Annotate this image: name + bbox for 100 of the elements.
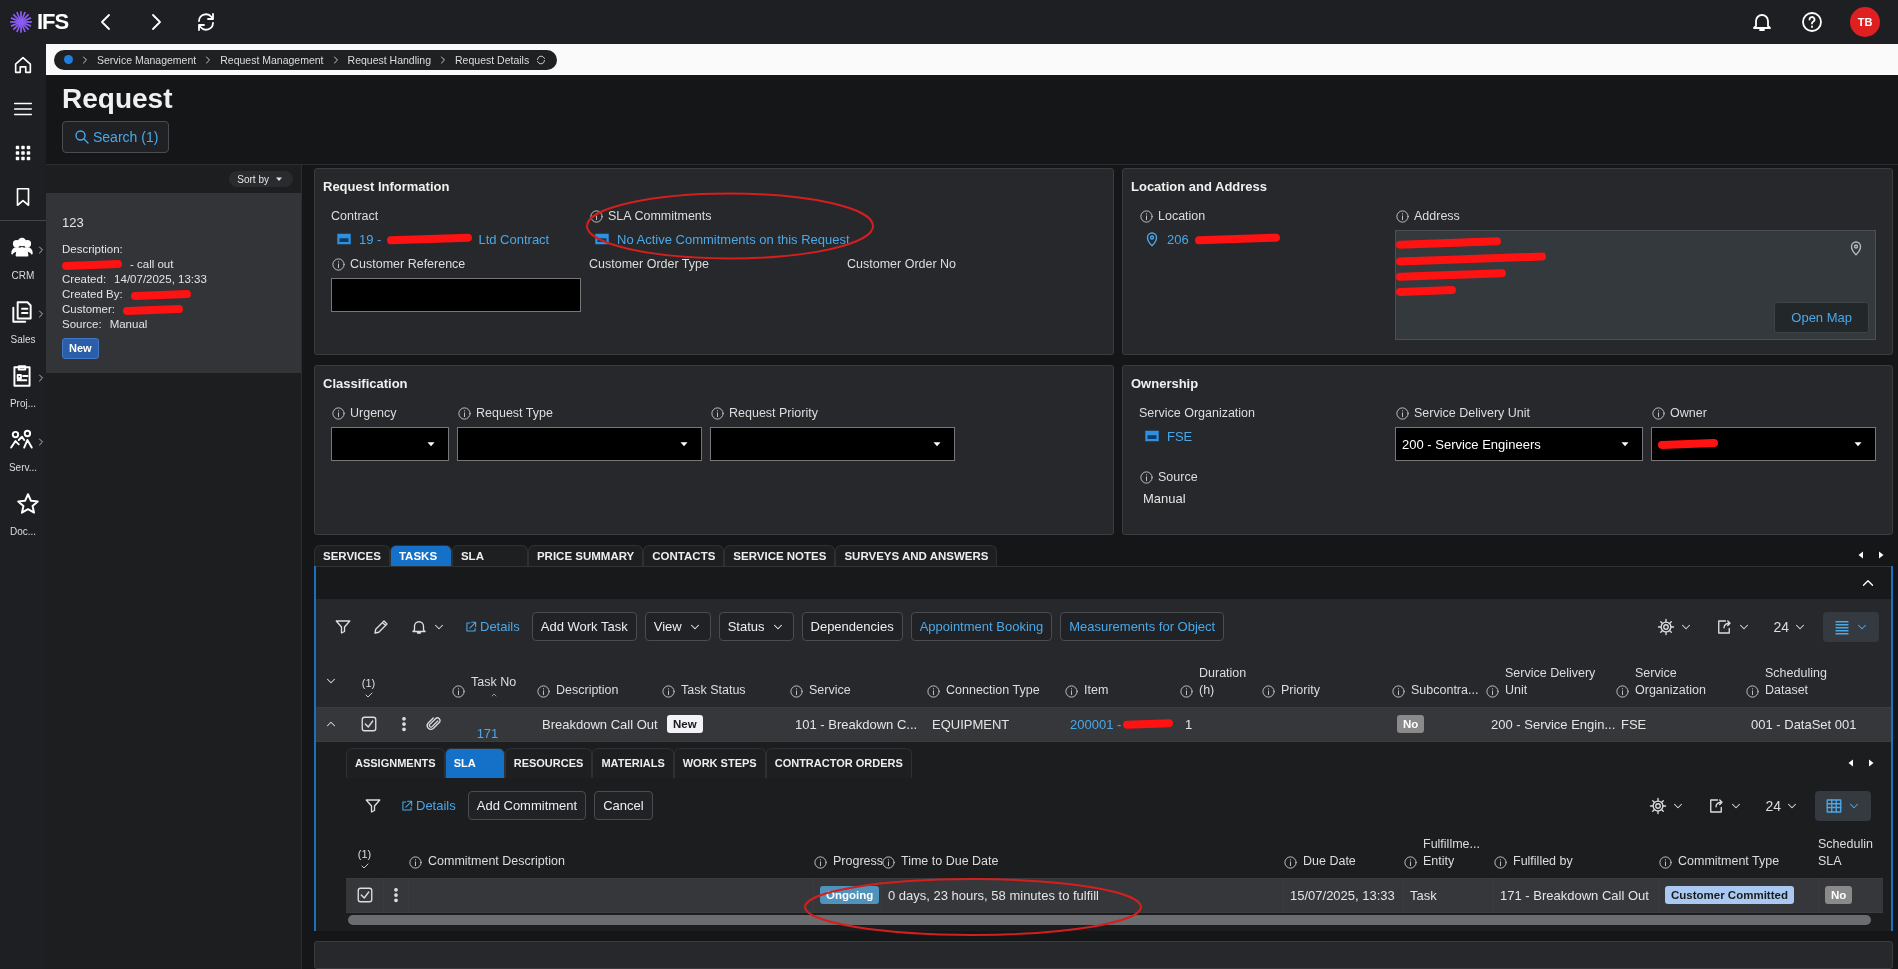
- toolbar-button[interactable]: Add Commitment: [467, 791, 587, 821]
- tab[interactable]: SERVICE NOTES: [724, 545, 836, 566]
- toolbar-button[interactable]: Cancel: [594, 791, 653, 821]
- dropdown-field[interactable]: [331, 427, 449, 461]
- tab[interactable]: RESOURCES: [504, 747, 593, 778]
- column-header[interactable]: Progress: [833, 852, 884, 870]
- column-header[interactable]: Commitment Type: [1678, 852, 1780, 870]
- column-header[interactable]: Duration (h): [1199, 664, 1247, 699]
- details-link[interactable]: Details: [396, 798, 460, 814]
- home-dot-icon[interactable]: [64, 55, 73, 64]
- table-link[interactable]: 200001 -: [1070, 716, 1122, 732]
- details-link[interactable]: Details: [460, 619, 524, 635]
- request-card[interactable]: 123 Description: - call out Created: 14/07/2025, 13:33 Created By: Customer: Source: Manual New: [46, 193, 301, 373]
- column-header[interactable]: Task Status: [681, 681, 746, 699]
- dropdown-field[interactable]: [457, 427, 702, 461]
- card-value: - call out: [130, 257, 174, 272]
- help-icon[interactable]: [1800, 10, 1824, 34]
- tab[interactable]: SLA: [444, 747, 505, 778]
- star-icon[interactable]: [15, 491, 41, 517]
- page-size-menu[interactable]: 24: [1759, 797, 1805, 814]
- column-header[interactable]: Commitment Description: [428, 852, 565, 870]
- column-header[interactable]: Task No: [471, 673, 517, 691]
- breadcrumb-link[interactable]: Service Management: [97, 53, 197, 66]
- view-mode-menu[interactable]: [1815, 790, 1871, 821]
- tab[interactable]: WORK STEPS: [673, 747, 766, 778]
- tab[interactable]: SLA: [451, 545, 528, 566]
- menu-button[interactable]: Status: [718, 612, 794, 642]
- column-header[interactable]: Description: [556, 681, 619, 699]
- dropdown-field[interactable]: [1651, 427, 1876, 461]
- column-header[interactable]: Due Date: [1303, 852, 1356, 870]
- sort-button[interactable]: Sort by: [229, 171, 293, 187]
- table-row[interactable]: 171 Breakdown Call Out New 101 - Breakdown C... EQUIPMENT 200001 - 1 No 200 - Service Engin... FSE 001 - DataSet 001: [316, 706, 1891, 742]
- info-icon: [1485, 683, 1500, 699]
- field-link[interactable]: FSE: [1167, 428, 1193, 444]
- status-badge: New: [667, 715, 703, 734]
- nav-label[interactable]: Proj...: [9, 398, 37, 409]
- tab[interactable]: CONTACTS: [643, 545, 725, 566]
- column-header[interactable]: Schedulin SLA: [1818, 835, 1873, 870]
- column-header[interactable]: Time to Due Date: [901, 852, 999, 870]
- filter-icon[interactable]: [364, 796, 382, 815]
- toolbar-button[interactable]: Appointment Booking: [910, 612, 1053, 642]
- breadcrumb-link[interactable]: Request Details: [455, 53, 530, 66]
- table-link[interactable]: 171: [476, 725, 499, 741]
- field-link[interactable]: No Active Commitments on this Request: [617, 231, 850, 247]
- view-mode-menu[interactable]: [1823, 611, 1879, 642]
- nav-label[interactable]: Doc...: [9, 526, 37, 537]
- checkbox-checked[interactable]: [359, 715, 378, 734]
- document-icon[interactable]: [9, 299, 35, 325]
- tab[interactable]: ASSIGNMENTS: [346, 747, 445, 778]
- text-field[interactable]: [331, 278, 581, 312]
- scrollbar[interactable]: [348, 914, 1871, 925]
- home-icon[interactable]: [12, 54, 34, 76]
- field-label: Address: [1414, 209, 1460, 223]
- column-header[interactable]: Priority: [1281, 681, 1320, 699]
- toolbar-button[interactable]: Measurements for Object: [1060, 612, 1225, 642]
- column-header[interactable]: Item: [1084, 681, 1109, 699]
- field-link[interactable]: Ltd Contract: [478, 231, 550, 247]
- page-title: Request: [62, 83, 174, 115]
- info-icon: [1651, 405, 1666, 421]
- card-title: 123: [62, 215, 85, 230]
- tab[interactable]: PRICE SUMMARY: [527, 545, 644, 566]
- nav-label[interactable]: Sales: [10, 334, 36, 345]
- open-map-button[interactable]: Open Map: [1774, 302, 1869, 333]
- column-header[interactable]: Scheduling Dataset: [1765, 664, 1827, 699]
- checkbox-checked[interactable]: [355, 886, 374, 905]
- column-header[interactable]: Subcontra...: [1411, 681, 1479, 699]
- refresh-icon[interactable]: [535, 53, 548, 66]
- table-row[interactable]: Ongoing 0 days, 23 hours, 58 minutes to fulfill 15/07/2025, 13:33 Task 171 - Breakdown Call Out Customer Committed No: [346, 877, 1883, 913]
- column-header[interactable]: Fulfilled by: [1513, 852, 1573, 870]
- info-icon: [1283, 854, 1298, 870]
- column-header[interactable]: Service: [809, 681, 851, 699]
- toolbar-button[interactable]: Dependencies: [801, 612, 903, 642]
- tab[interactable]: SURVEYS AND ANSWERS: [835, 545, 998, 566]
- tab[interactable]: CONTRACTOR ORDERS: [765, 747, 912, 778]
- nav-label[interactable]: CRM: [11, 270, 35, 281]
- menu-button[interactable]: View: [644, 612, 711, 642]
- tab[interactable]: MATERIALS: [592, 747, 674, 778]
- dropdown-field[interactable]: 200 - Service Engineers: [1395, 427, 1643, 461]
- breadcrumb-link[interactable]: Request Handling: [347, 53, 432, 66]
- field-link[interactable]: 19 -: [359, 231, 382, 247]
- info-icon: [1261, 683, 1276, 699]
- column-header[interactable]: Service Delivery Unit: [1505, 664, 1596, 699]
- toolbar-button[interactable]: Add Work Task: [531, 612, 637, 642]
- user-avatar[interactable]: TB: [1850, 7, 1880, 37]
- nav-label[interactable]: Serv...: [8, 462, 38, 473]
- tab[interactable]: TASKS: [389, 545, 452, 566]
- filter-icon[interactable]: [334, 617, 352, 636]
- breadcrumb-link[interactable]: Request Management: [220, 53, 324, 66]
- column-header[interactable]: Connection Type: [946, 681, 1040, 699]
- table-cell: 1: [1185, 716, 1193, 732]
- status-badge: No: [1397, 715, 1425, 734]
- card-label: Description:: [62, 242, 123, 257]
- field-label: Source: [1158, 470, 1198, 484]
- column-header[interactable]: Fulfillme... Entity: [1423, 835, 1480, 870]
- search-button[interactable]: Search (1): [62, 121, 170, 153]
- tab[interactable]: SERVICES: [314, 545, 390, 566]
- dropdown-field[interactable]: [710, 427, 955, 461]
- column-header[interactable]: Service Organization: [1635, 664, 1706, 699]
- page-size-menu[interactable]: 24: [1767, 618, 1813, 635]
- field-link[interactable]: 206: [1167, 231, 1189, 247]
